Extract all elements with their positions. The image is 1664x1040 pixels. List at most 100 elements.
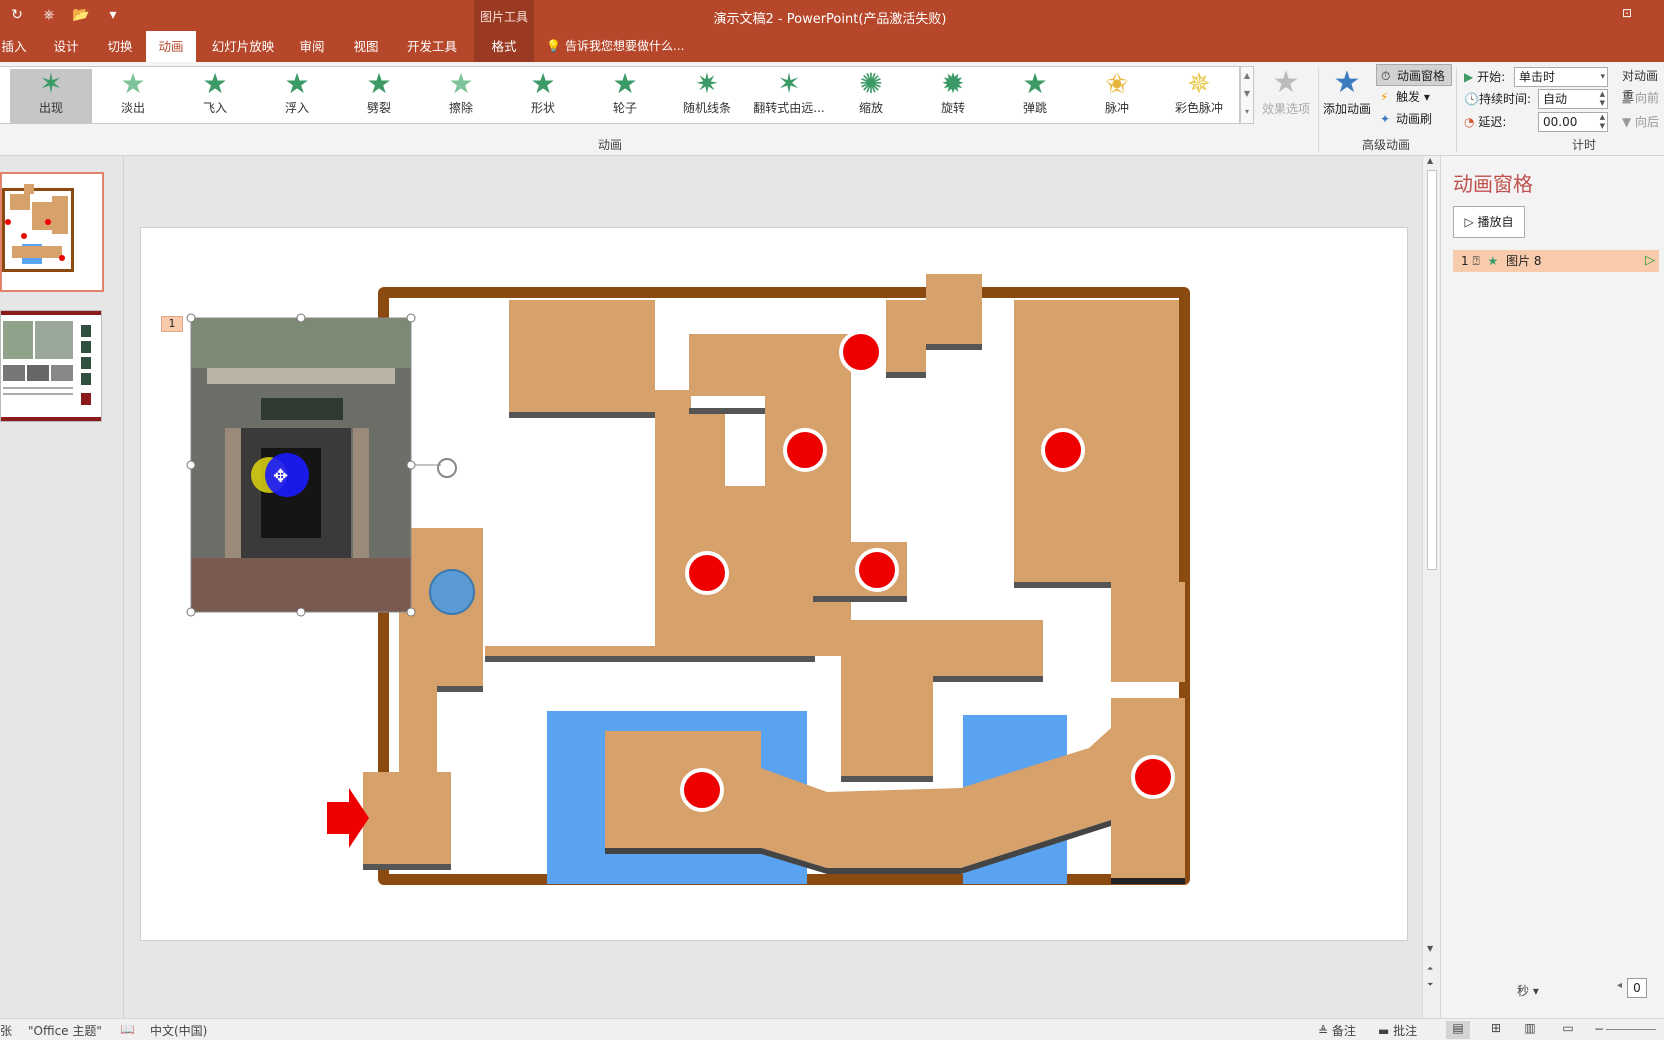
target-dot [680, 768, 724, 812]
open-folder-icon[interactable]: 📂 [72, 5, 90, 25]
animation-star-icon: ★ [612, 67, 638, 100]
tab-review[interactable]: 审阅 [296, 31, 328, 62]
animation-pane-button[interactable]: ⏱ 动画窗格 [1376, 64, 1453, 86]
delay-field[interactable]: 00.00 ▲ ▼ [1538, 112, 1608, 132]
animation-effect-14[interactable]: ✵ 彩色脉冲 [1158, 69, 1240, 123]
tab-animations[interactable]: 动画 [146, 31, 196, 62]
animation-effect-2[interactable]: ★ 飞入 [174, 69, 256, 123]
start-select[interactable]: 单击时 ▾ [1514, 67, 1608, 87]
spellcheck-icon[interactable]: 📖 [120, 1022, 135, 1036]
slide-thumbnails-pane [0, 156, 124, 1018]
animation-star-icon: ★ [530, 67, 556, 100]
zoom-out-icon[interactable]: − [1594, 1022, 1604, 1036]
animation-effect-4[interactable]: ★ 劈裂 [338, 69, 420, 123]
target-dot [855, 548, 899, 592]
add-animation-button[interactable]: ★ 添加动画 [1320, 66, 1374, 117]
clock-icon: 🕓 [1464, 92, 1479, 106]
animation-effect-label: 翻转式由远... [753, 101, 825, 115]
play-triangle-icon[interactable]: ▷ [1645, 250, 1655, 272]
slide-sorter-icon[interactable]: ⊞ [1484, 1021, 1508, 1039]
slide-thumbnail-1[interactable] [0, 172, 104, 292]
prev-slide-icon[interactable]: ⏶ [1427, 964, 1433, 974]
ribbon-display-options-icon[interactable]: ⊡ [1622, 6, 1640, 22]
ribbon-tabs: 插入 设计 切换 动画 幻灯片放映 审阅 视图 开发工具 格式 💡 告诉我您想要做… [0, 31, 1664, 62]
animation-effect-9[interactable]: ✶ 翻转式由远... [748, 69, 830, 123]
painter-icon: ✦ [1380, 112, 1391, 126]
redo-icon[interactable]: ↻ [8, 5, 26, 25]
animation-effect-7[interactable]: ★ 轮子 [584, 69, 666, 123]
selected-picture-8[interactable] [191, 318, 411, 612]
theme-name: "Office 主题" [28, 1024, 102, 1038]
ribbon-separator [1456, 68, 1457, 152]
duration-field[interactable]: 自动 ▲ ▼ [1538, 89, 1608, 109]
scroll-thumb[interactable] [1427, 170, 1437, 570]
maze-room [841, 676, 933, 776]
animation-effect-11[interactable]: ✹ 旋转 [912, 69, 994, 123]
move-earlier-button[interactable]: ▲ 向前 [1622, 88, 1659, 108]
animation-effect-1[interactable]: ★ 淡出 [92, 69, 174, 123]
animation-star-icon: ✶ [39, 67, 63, 100]
animation-list-item[interactable]: 1 ⍰ ★ 图片 8 ▷ [1453, 250, 1659, 272]
target-dot [783, 428, 827, 472]
notes-button[interactable]: ≜ 备注 [1318, 1022, 1356, 1039]
play-from-button[interactable]: ▷ 播放自 [1453, 206, 1525, 238]
start-arrow [327, 788, 369, 848]
thumbnail-2-preview [1, 311, 101, 421]
tab-developer[interactable]: 开发工具 [404, 31, 460, 62]
zoom-left-icon[interactable]: ◂ [1617, 980, 1622, 991]
animation-star-icon: ★ [120, 67, 146, 100]
tab-insert[interactable]: 插入 [0, 31, 28, 62]
comments-button[interactable]: ▬ 批注 [1378, 1022, 1417, 1039]
status-bar: 张 "Office 主题" 📖 中文(中国) ≜ 备注 ▬ 批注 ▤ ⊞ ▥ ▭… [0, 1018, 1664, 1040]
scroll-up-icon[interactable]: ▲ [1427, 156, 1433, 165]
animation-effect-8[interactable]: ✷ 随机线条 [666, 69, 748, 123]
animation-effect-label: 缩放 [858, 101, 883, 115]
spinner-icon[interactable]: ▲ ▼ [1600, 113, 1605, 131]
tab-slideshow[interactable]: 幻灯片放映 [208, 31, 278, 62]
tab-view[interactable]: 视图 [350, 31, 382, 62]
animation-effect-10[interactable]: ✺ 缩放 [830, 69, 912, 123]
language[interactable]: 中文(中国) [150, 1022, 207, 1039]
animation-pane-title: 动画窗格 [1453, 172, 1533, 196]
spinner-icon[interactable]: ▲ ▼ [1600, 90, 1605, 108]
animation-effect-label: 随机线条 [682, 101, 731, 115]
next-slide-icon[interactable]: ⏷ [1427, 980, 1433, 990]
slideshow-from-start-icon[interactable]: ⎈ [40, 5, 58, 25]
tab-format[interactable]: 格式 [474, 31, 534, 62]
effect-options-button[interactable]: ★ 效果选项 [1256, 66, 1316, 117]
delay-label: ◔ 延迟: [1464, 115, 1507, 129]
gallery-scroll[interactable]: ▲ ▼ ▾ [1240, 66, 1254, 124]
trigger-button[interactable]: ⚡ 触发 ▾ [1376, 86, 1436, 108]
tab-transitions[interactable]: 切换 [104, 31, 136, 62]
slideshow-view-icon[interactable]: ▭ [1556, 1021, 1580, 1039]
maze-room-shadow [689, 408, 765, 414]
zoom-slider[interactable] [1606, 1029, 1656, 1030]
slide-thumbnail-2[interactable] [0, 310, 102, 422]
animation-effect-3[interactable]: ★ 浮入 [256, 69, 338, 123]
animation-effect-5[interactable]: ★ 擦除 [420, 69, 502, 123]
maze-room [886, 300, 926, 372]
animation-effect-13[interactable]: ✬ 脉冲 [1076, 69, 1158, 123]
reading-view-icon[interactable]: ▥ [1518, 1021, 1542, 1039]
slide-canvas[interactable]: ✥ 1 [140, 227, 1408, 941]
scroll-down-icon[interactable]: ▼ [1427, 944, 1433, 953]
animation-star-icon: ★ [284, 67, 310, 100]
animation-painter-button[interactable]: ✦ 动画刷 [1376, 108, 1438, 130]
target-dot [1041, 428, 1085, 472]
normal-view-icon[interactable]: ▤ [1446, 1021, 1470, 1039]
mouse-click-icon: ⍰ [1472, 254, 1480, 268]
customize-qat-icon[interactable]: ▾ [104, 5, 122, 25]
animation-effect-12[interactable]: ★ 弹跳 [994, 69, 1076, 123]
seconds-dropdown[interactable]: 秒 ▾ [1517, 982, 1539, 999]
tell-me-box[interactable]: 💡 告诉我您想要做什么... [546, 31, 684, 62]
move-later-button[interactable]: ▼ 向后 [1622, 112, 1659, 132]
picture-tools-label: 图片工具 [479, 10, 528, 24]
animation-star-icon: ✵ [1187, 67, 1211, 100]
maze-room-shadow [886, 372, 926, 378]
animation-pane-timeline: 秒 ▾ ◂ 0 [1441, 978, 1664, 1002]
animation-effect-6[interactable]: ★ 形状 [502, 69, 584, 123]
tab-design[interactable]: 设计 [50, 31, 82, 62]
animation-effect-0[interactable]: ✶ 出现 [10, 69, 92, 123]
animation-effect-label: 淡出 [120, 101, 145, 115]
slide-vertical-scrollbar[interactable]: ▲ ▼ ⏶ ⏷ [1422, 156, 1440, 1018]
